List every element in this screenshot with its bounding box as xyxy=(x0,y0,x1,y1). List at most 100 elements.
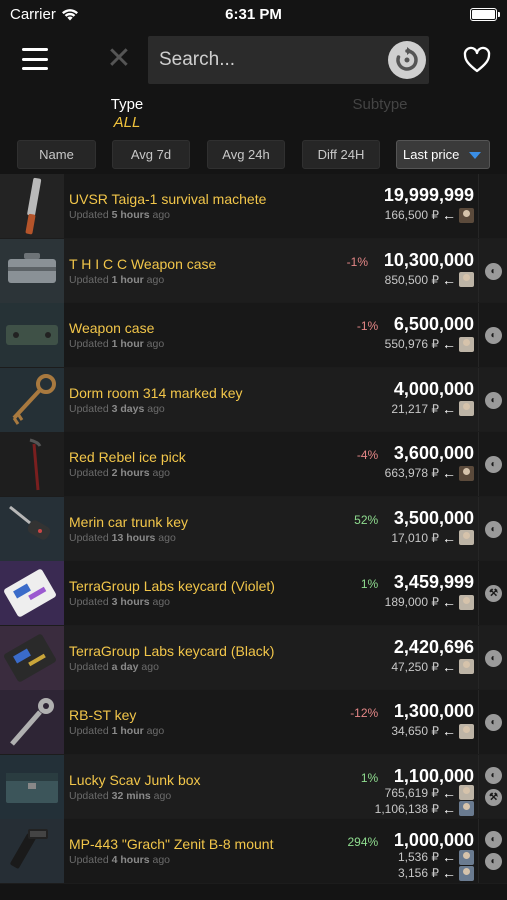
trader-price: 21,217 ₽ ← xyxy=(391,401,474,417)
flea-market-icon[interactable]: ◐ xyxy=(485,766,502,784)
type-filter[interactable]: Type ALL xyxy=(96,96,158,131)
item-row[interactable]: Weapon case Updated 1 hour ago -1% 6,500,00… xyxy=(0,303,507,368)
trader-price-value: 550,976 ₽ xyxy=(384,337,439,351)
item-updated: Updated 1 hour ago xyxy=(69,725,165,737)
item-actions: ◐ xyxy=(478,238,507,302)
flea-market-icon[interactable]: ◐ xyxy=(485,262,502,280)
arrow-left-icon: ← xyxy=(442,658,456,675)
wrench-icon[interactable]: ⚒ xyxy=(485,788,502,806)
item-row[interactable]: Merin car trunk key Updated 13 hours ago 5… xyxy=(0,496,507,561)
item-name: Red Rebel ice pick xyxy=(69,449,186,465)
status-left: Carrier xyxy=(10,6,79,23)
subtype-filter[interactable]: Subtype xyxy=(340,96,420,113)
clear-search-button[interactable]: ✕ xyxy=(106,44,132,74)
item-row[interactable]: Dorm room 314 marked key Updated 3 days a… xyxy=(0,367,507,432)
flea-market-icon[interactable]: ◐ xyxy=(485,853,502,870)
item-diff: 1% xyxy=(360,577,379,591)
item-price: 3,459,999 xyxy=(393,572,474,592)
carrier-label: Carrier xyxy=(10,5,56,23)
item-row[interactable]: RB-ST key Updated 1 hour ago -12% 1,300,000… xyxy=(0,690,507,755)
item-row[interactable]: TerraGroup Labs keycard (Violet) Updated … xyxy=(0,561,507,626)
item-diff: -4% xyxy=(356,448,379,462)
item-name: Dorm room 314 marked key xyxy=(69,384,243,401)
trader-price-value: 47,250 ₽ xyxy=(391,659,439,674)
item-updated: Updated 5 hours ago xyxy=(69,209,170,221)
item-price: 3,500,000 xyxy=(393,507,474,528)
sort-avg7d-button[interactable]: Avg 7d xyxy=(112,140,190,169)
trader-price: 3,156 ₽ ← xyxy=(398,865,474,881)
favorites-button[interactable] xyxy=(462,46,492,74)
sort-name-button[interactable]: Name xyxy=(17,140,96,169)
flea-market-icon[interactable]: ◐ xyxy=(485,714,502,731)
item-actions: ◐ ◐ xyxy=(478,819,507,883)
flea-market-icon[interactable]: ◐ xyxy=(485,391,502,409)
reset-icon xyxy=(396,47,418,71)
item-updated: Updated 13 hours ago xyxy=(69,531,176,544)
item-updated: Updated 4 hours ago xyxy=(69,854,170,866)
item-price: 1,000,000 xyxy=(393,830,474,850)
type-filter-value: ALL xyxy=(113,114,141,131)
item-row[interactable]: TerraGroup Labs keycard (Black) Updated a… xyxy=(0,625,507,690)
flea-market-icon[interactable]: ◐ xyxy=(485,456,502,473)
search-input[interactable] xyxy=(159,36,379,84)
trader-price-value: 765,619 ₽ xyxy=(384,785,439,800)
arrow-left-icon: ← xyxy=(442,865,456,881)
trader-avatar xyxy=(459,465,474,481)
filters: Type ALL Subtype xyxy=(0,96,507,136)
sort-last-price-label: Last price xyxy=(403,147,460,162)
arrow-left-icon: ← xyxy=(442,207,456,223)
item-image xyxy=(0,432,64,496)
sort-avg24h-button[interactable]: Avg 24h xyxy=(207,140,285,169)
wrench-icon[interactable]: ⚒ xyxy=(485,585,502,602)
search-box xyxy=(148,36,429,84)
trader-price-value: 21,217 ₽ xyxy=(391,401,439,416)
item-name: Weapon case xyxy=(69,320,155,336)
sort-diff24h-button[interactable]: Diff 24H xyxy=(302,140,380,169)
trader-avatar xyxy=(459,272,474,287)
menu-icon[interactable] xyxy=(22,48,48,70)
heart-icon xyxy=(463,46,491,73)
flea-market-icon[interactable]: ◐ xyxy=(485,831,502,848)
item-image xyxy=(0,174,64,238)
arrow-left-icon: ← xyxy=(442,529,456,546)
item-name: TerraGroup Labs keycard (Violet) xyxy=(69,578,275,594)
trader-avatar xyxy=(459,530,474,545)
item-row[interactable]: Red Rebel ice pick Updated 2 hours ago -4%… xyxy=(0,432,507,497)
arrow-left-icon: ← xyxy=(442,594,456,610)
item-price: 1,300,000 xyxy=(393,701,474,721)
trader-avatar xyxy=(459,801,474,816)
item-row[interactable]: MP-443 "Grach" Zenit B-8 mount Updated 4 … xyxy=(0,819,507,884)
type-filter-label: Type xyxy=(110,96,144,113)
item-price: 10,300,000 xyxy=(383,249,474,270)
item-price: 2,420,696 xyxy=(393,636,474,657)
trader-avatar xyxy=(459,659,474,674)
arrow-left-icon: ← xyxy=(442,723,456,739)
item-image xyxy=(0,303,64,367)
item-image xyxy=(0,561,64,625)
item-updated: Updated a day ago xyxy=(69,660,159,673)
item-row[interactable]: UVSR Taiga-1 survival machete Updated 5 h… xyxy=(0,174,507,239)
item-list[interactable]: UVSR Taiga-1 survival machete Updated 5 h… xyxy=(0,174,507,900)
trader-price-value: 1,106,138 ₽ xyxy=(374,801,439,816)
sort-last-price-button[interactable]: Last price xyxy=(396,140,490,169)
flea-market-icon[interactable]: ◐ xyxy=(485,649,502,667)
item-diff: 1% xyxy=(360,770,379,785)
trader-price: 850,500 ₽ ← xyxy=(385,272,474,288)
flea-market-icon[interactable]: ◐ xyxy=(485,327,502,344)
trader-price-value: 1,536 ₽ xyxy=(398,850,439,864)
item-row[interactable]: T H I C C Weapon case Updated 1 hour ago -… xyxy=(0,238,507,303)
item-name: T H I C C Weapon case xyxy=(69,255,217,272)
item-row[interactable]: Lucky Scav Junk box Updated 32 mins ago 1%… xyxy=(0,754,507,819)
trader-price-value: 850,500 ₽ xyxy=(384,272,439,287)
trader-avatar xyxy=(459,594,474,610)
wifi-icon xyxy=(61,8,78,20)
item-diff: -12% xyxy=(350,706,379,720)
trader-price: 17,010 ₽ ← xyxy=(391,530,474,546)
trader-price: 663,978 ₽ ← xyxy=(385,465,474,481)
trader-avatar xyxy=(459,336,474,352)
trader-avatar xyxy=(459,723,474,739)
reset-button[interactable] xyxy=(388,41,426,79)
flea-market-icon[interactable]: ◐ xyxy=(485,520,502,538)
trader-price: 47,250 ₽ ← xyxy=(391,659,474,675)
item-price: 19,999,999 xyxy=(383,185,474,205)
